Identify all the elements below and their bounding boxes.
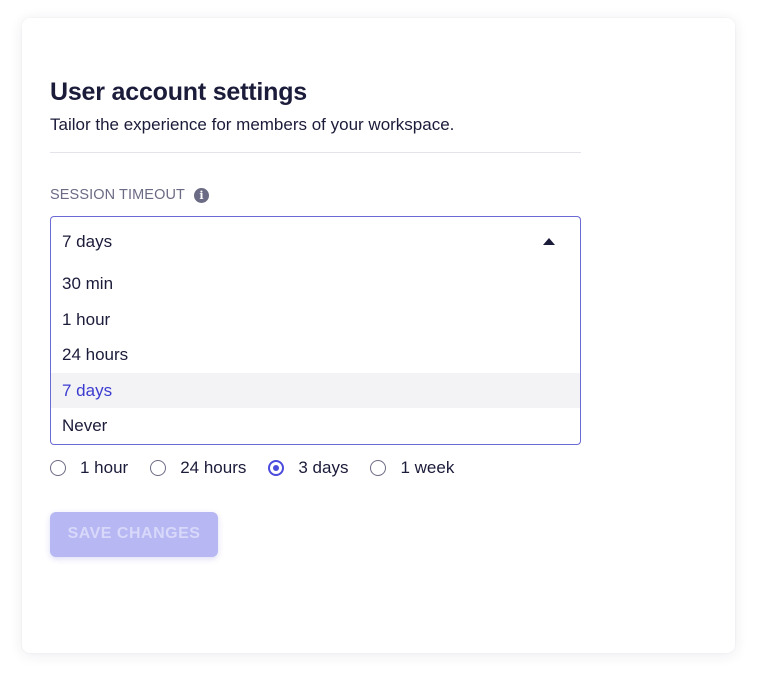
radio-option-24-hours[interactable]: 24 hours	[150, 458, 246, 478]
radio-option-3-days[interactable]: 3 days	[268, 458, 348, 478]
save-changes-button[interactable]: SAVE CHANGES	[50, 511, 218, 557]
radio-button-checked[interactable]	[268, 459, 285, 476]
radio-button[interactable]	[50, 459, 66, 476]
dropdown-option-1-hour[interactable]: 1 hour	[51, 302, 580, 338]
session-timeout-label: SESSION TIMEOUT	[50, 187, 185, 203]
divider	[50, 152, 581, 153]
settings-card: User account settings Tailor the experie…	[22, 18, 735, 653]
session-timeout-label-row: SESSION TIMEOUT i	[50, 186, 581, 204]
dropdown-option-24-hours[interactable]: 24 hours	[51, 337, 580, 373]
session-timeout-select: 7 days 30 min 1 hour 24 hours 7 days Nev…	[50, 216, 581, 445]
session-timeout-value: 7 days	[62, 232, 113, 251]
settings-form: User account settings Tailor the experie…	[50, 78, 581, 557]
radio-option-1-week[interactable]: 1 week	[370, 458, 454, 478]
radio-button[interactable]	[150, 459, 167, 476]
session-timeout-options: 30 min 1 hour 24 hours 7 days Never	[50, 266, 581, 445]
dropdown-option-30-min[interactable]: 30 min	[51, 266, 580, 302]
radio-label: 1 week	[400, 457, 455, 477]
dropdown-option-never[interactable]: Never	[51, 408, 580, 444]
dropdown-option-7-days[interactable]: 7 days	[51, 372, 580, 408]
page-subtitle: Tailor the experience for members of you…	[50, 115, 455, 134]
caret-up-icon	[543, 238, 555, 245]
radio-button[interactable]	[370, 459, 387, 476]
page-title: User account settings	[50, 78, 307, 106]
radio-group: 1 hour 24 hours 3 days 1 week	[50, 457, 581, 479]
session-timeout-dropdown[interactable]: 7 days	[50, 216, 581, 266]
radio-label: 24 hours	[180, 457, 247, 477]
radio-label: 1 hour	[80, 457, 129, 477]
radio-option-1-hour[interactable]: 1 hour	[50, 458, 128, 478]
radio-label: 3 days	[298, 457, 349, 477]
info-icon[interactable]: i	[193, 187, 209, 203]
